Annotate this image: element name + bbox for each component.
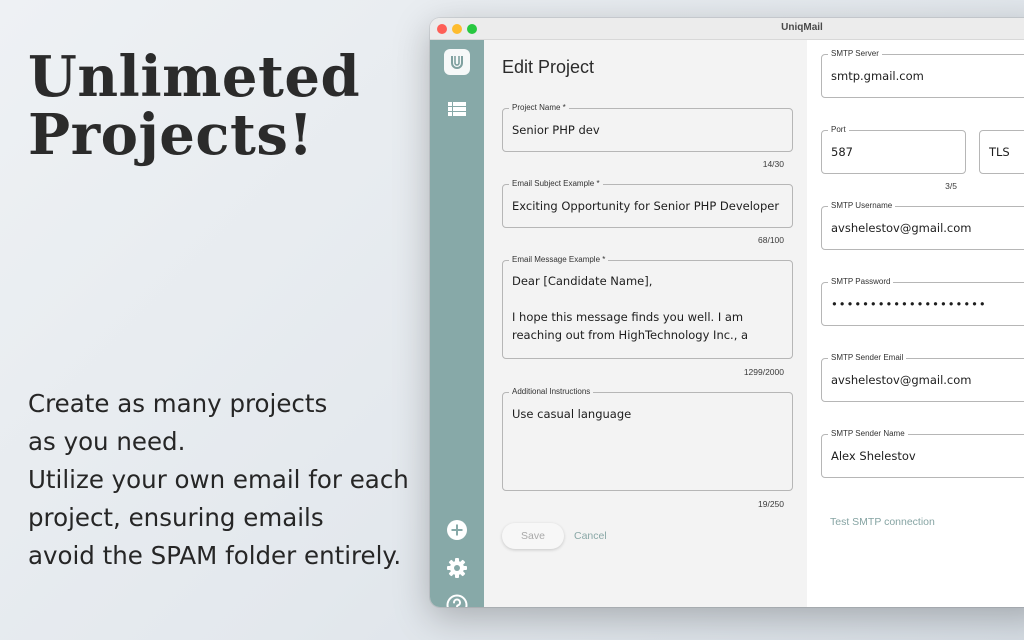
list-icon[interactable] (445, 97, 469, 121)
email-message-field[interactable]: Email Message Example * Dear [Candidate … (502, 255, 793, 359)
port-field[interactable]: Port 587 (821, 125, 966, 174)
gear-icon[interactable] (445, 556, 469, 580)
project-name-value: Senior PHP dev (512, 123, 600, 137)
promo-line: Utilize your own email for each (28, 465, 409, 494)
smtp-sender-email-label: SMTP Sender Email (828, 353, 907, 363)
email-message-label: Email Message Example * (509, 255, 609, 265)
port-label: Port (828, 125, 849, 135)
additional-instructions-counter: 19/250 (758, 499, 784, 509)
smtp-sender-name-field[interactable]: SMTP Sender Name Alex Shelestov (821, 429, 1024, 478)
smtp-server-value: smtp.gmail.com (831, 69, 924, 83)
test-smtp-connection-link[interactable]: Test SMTP connection (830, 516, 935, 528)
smtp-password-value: •••••••••••••••••••• (831, 297, 987, 311)
smtp-username-value: avshelestov@gmail.com (831, 221, 972, 235)
smtp-server-field[interactable]: SMTP Server smtp.gmail.com (821, 49, 1024, 98)
email-subject-value: Exciting Opportunity for Senior PHP Deve… (512, 199, 780, 213)
smtp-password-label: SMTP Password (828, 277, 894, 287)
window-title: UniqMail (781, 22, 823, 33)
email-message-counter: 1299/2000 (743, 367, 784, 377)
email-message-value: Dear [Candidate Name], I hope this messa… (512, 272, 786, 344)
additional-instructions-field[interactable]: Additional Instructions Use casual langu… (502, 387, 793, 491)
smtp-settings-panel: SMTP Server smtp.gmail.com Port 587 3/5 … (807, 40, 1024, 607)
email-subject-counter: 68/100 (758, 235, 784, 245)
email-message-line: reaching out from HighTechnology Inc., a (512, 328, 749, 342)
promo-line: Create as many projects (28, 389, 328, 418)
help-circle-icon[interactable] (445, 593, 469, 607)
smtp-sender-name-label: SMTP Sender Name (828, 429, 908, 439)
app-logo-icon[interactable] (444, 49, 470, 75)
promo-line: project, ensuring emails (28, 503, 324, 532)
promo-text: Create as many projects as you need. Uti… (28, 385, 418, 575)
security-value: TLS (989, 145, 1010, 159)
security-select[interactable]: TLS (979, 130, 1024, 174)
smtp-password-field[interactable]: SMTP Password •••••••••••••••••••• (821, 277, 1024, 326)
title-bar: UniqMail (430, 18, 1024, 40)
promo-line: as you need. (28, 427, 186, 456)
additional-instructions-label: Additional Instructions (509, 387, 594, 397)
headline-line-1: Unlimeted (28, 44, 361, 110)
cancel-button[interactable]: Cancel (574, 530, 607, 542)
headline: Unlimeted Projects! (28, 48, 360, 164)
sidebar (430, 40, 484, 607)
smtp-server-label: SMTP Server (828, 49, 882, 59)
additional-instructions-value: Use casual language (512, 407, 632, 421)
app-window: UniqMail Edit Project Project Name * Sen… (430, 18, 1024, 607)
port-counter: 3/5 (945, 181, 957, 191)
page-title: Edit Project (502, 57, 595, 77)
promo-line: avoid the SPAM folder entirely. (28, 541, 402, 570)
email-message-line: I hope this message finds you well. I am (512, 310, 744, 324)
edit-project-panel: Edit Project Project Name * Senior PHP d… (484, 40, 807, 607)
headline-line-2: Projects! (28, 102, 314, 168)
smtp-username-field[interactable]: SMTP Username avshelestov@gmail.com (821, 201, 1024, 250)
project-name-field[interactable]: Project Name * Senior PHP dev (502, 103, 793, 152)
smtp-sender-name-value: Alex Shelestov (831, 449, 916, 463)
smtp-sender-email-value: avshelestov@gmail.com (831, 373, 972, 387)
project-name-counter: 14/30 (762, 159, 784, 169)
email-subject-field[interactable]: Email Subject Example * Exciting Opportu… (502, 179, 793, 228)
port-value: 587 (831, 145, 853, 159)
smtp-sender-email-field[interactable]: SMTP Sender Email avshelestov@gmail.com (821, 353, 1024, 402)
project-name-label: Project Name * (509, 103, 569, 113)
email-message-line: Dear [Candidate Name], (512, 274, 653, 288)
save-button[interactable]: Save (502, 523, 564, 549)
email-subject-label: Email Subject Example * (509, 179, 603, 189)
smtp-username-label: SMTP Username (828, 201, 896, 211)
add-circle-icon[interactable] (445, 518, 469, 542)
